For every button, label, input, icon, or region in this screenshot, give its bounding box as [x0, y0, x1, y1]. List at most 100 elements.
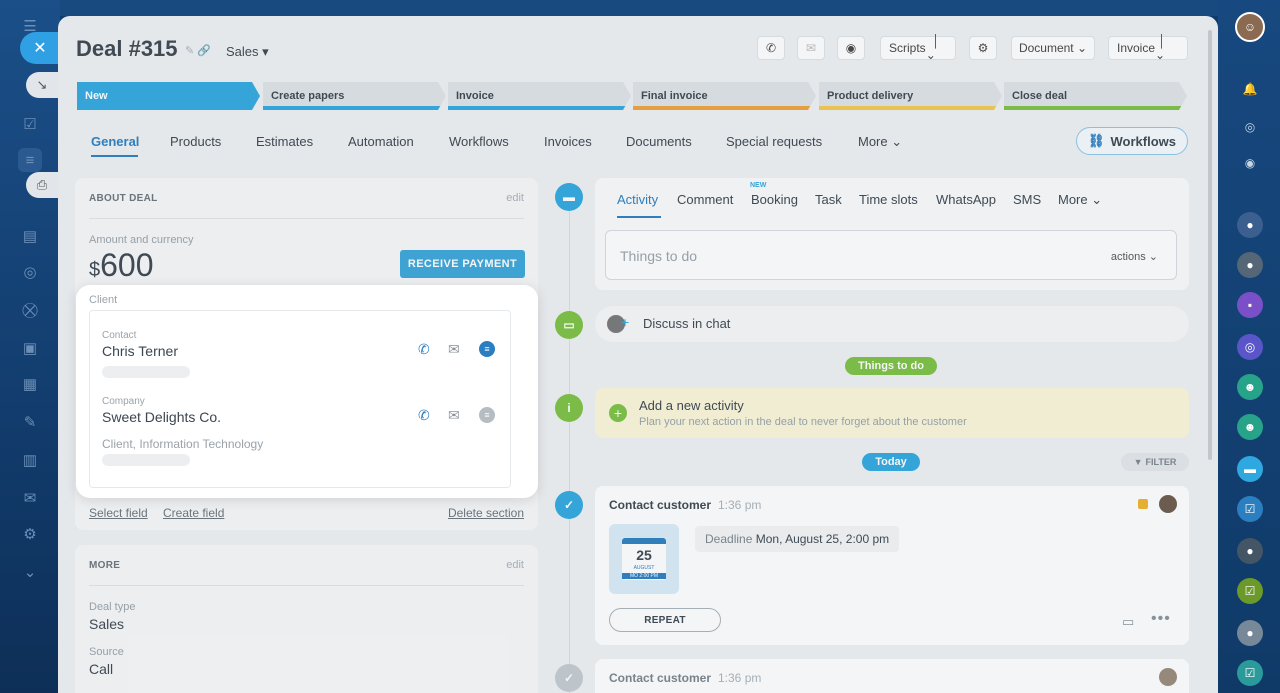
discuss-chat-row[interactable]: + Discuss in chat: [595, 306, 1189, 342]
act-tab-booking[interactable]: Booking: [751, 192, 798, 207]
mail-icon[interactable]: ✉: [18, 486, 42, 510]
mail-icon[interactable]: ✉: [448, 341, 460, 358]
print-icon[interactable]: ⎙: [26, 172, 58, 198]
crm-icon[interactable]: ≡: [18, 148, 42, 172]
close-slider-button[interactable]: ✕: [20, 32, 60, 64]
inventory-icon[interactable]: ▤: [18, 224, 42, 248]
task-chat-icon-3[interactable]: ☑: [1237, 660, 1263, 686]
task-chat-icon-2[interactable]: ☑: [1237, 578, 1263, 604]
act-tab-task[interactable]: Task: [815, 192, 842, 207]
chat-avatar-1[interactable]: ●: [1237, 212, 1263, 238]
company-name[interactable]: Sweet Delights Co.: [102, 409, 221, 425]
invoice-button[interactable]: Invoice │ ⌄: [1108, 34, 1188, 62]
tasks-icon[interactable]: ☑: [18, 112, 42, 136]
chat-avatar-5[interactable]: ●: [1237, 538, 1263, 564]
call-button[interactable]: ✆: [757, 36, 785, 60]
robot-icon[interactable]: ▣: [18, 336, 42, 360]
select-field-link[interactable]: Select field: [89, 506, 148, 520]
filter-button[interactable]: ▼ FILTER: [1121, 453, 1189, 471]
act-tab-more[interactable]: More ⌄: [1058, 192, 1102, 208]
tab-estimates[interactable]: Estimates: [256, 134, 313, 149]
scrollbar[interactable]: [1208, 30, 1212, 460]
edit-title-icon[interactable]: ✎ 🔗: [185, 44, 211, 57]
bell-icon[interactable]: 🔔: [1237, 76, 1263, 102]
tab-general[interactable]: General: [91, 134, 139, 149]
minimize-icon[interactable]: ↘: [26, 72, 58, 98]
tab-products[interactable]: Products: [170, 134, 221, 149]
email-button[interactable]: ✉: [797, 36, 825, 60]
tab-invoices[interactable]: Invoices: [544, 134, 592, 149]
chat-button[interactable]: ◉: [837, 36, 865, 60]
workflows-icon: ⛓: [1087, 133, 1105, 148]
live-feed-icon[interactable]: ◎: [1237, 114, 1263, 140]
phone-icon[interactable]: ✆: [418, 341, 430, 358]
tab-special-requests[interactable]: Special requests: [726, 134, 822, 149]
target-icon[interactable]: ◎: [18, 260, 42, 284]
category-selector[interactable]: Sales ▾: [226, 44, 269, 60]
source-value: Call: [89, 661, 114, 677]
act-tab-activity[interactable]: Activity: [617, 192, 658, 207]
chat-channel-icon[interactable]: ▬: [1237, 456, 1263, 482]
tab-automation[interactable]: Automation: [348, 134, 414, 149]
act-tab-sms[interactable]: SMS: [1013, 192, 1041, 207]
activity-title-2[interactable]: Contact customer: [609, 671, 711, 685]
chat-avatar-6[interactable]: ●: [1237, 620, 1263, 646]
actions-dropdown[interactable]: actions ⌄: [1111, 250, 1158, 263]
act-tab-comment[interactable]: Comment: [677, 192, 733, 207]
chat-icon[interactable]: ≡: [479, 407, 495, 423]
chat-icon[interactable]: ◉: [1237, 150, 1263, 176]
scripts-button[interactable]: Scripts │ ⌄: [880, 34, 956, 62]
check-circle-icon-done[interactable]: ✓: [555, 664, 583, 692]
chat-avatar-4[interactable]: ◎: [1237, 334, 1263, 360]
chat-icon[interactable]: ≡: [479, 341, 495, 357]
workflows-button[interactable]: ⛓ Workflows: [1076, 127, 1188, 155]
delete-section-link[interactable]: Delete section: [448, 506, 524, 520]
receive-payment-button[interactable]: RECEIVE PAYMENT: [400, 250, 525, 278]
invoice-label: Invoice: [1117, 41, 1156, 55]
deadline-box[interactable]: Deadline Mon, August 25, 2:00 pm: [695, 526, 900, 552]
document-icon[interactable]: ▦: [18, 372, 42, 396]
analytics-icon[interactable]: ▥: [18, 448, 42, 472]
chat-avatar-3[interactable]: ▪: [1237, 292, 1263, 318]
stage-new[interactable]: New: [77, 82, 260, 110]
todo-input[interactable]: Things to do actions ⌄: [605, 230, 1177, 280]
settings-button[interactable]: ⚙: [969, 36, 997, 60]
add-icon[interactable]: +: [609, 404, 627, 422]
mail-icon[interactable]: ✉: [448, 407, 460, 424]
mail-icon: ✉: [805, 41, 817, 55]
tab-workflows[interactable]: Workflows: [449, 134, 509, 149]
user-avatar[interactable]: ☺: [1235, 12, 1265, 42]
chat-group-2[interactable]: ☻: [1237, 414, 1263, 440]
chat-group-1[interactable]: ☻: [1237, 374, 1263, 400]
note-icon[interactable]: ▭: [1122, 614, 1134, 630]
repeat-button[interactable]: REPEAT: [609, 608, 721, 632]
pen-icon[interactable]: ✎: [18, 410, 42, 434]
responsible-avatar-2[interactable]: [1159, 668, 1177, 686]
stage-product-delivery[interactable]: Product delivery: [819, 82, 1002, 110]
add-activity-card[interactable]: + Add a new activity Plan your next acti…: [595, 388, 1189, 438]
activity-title[interactable]: Contact customer: [609, 498, 711, 512]
cart-icon[interactable]: ⛒: [18, 298, 42, 322]
tab-more[interactable]: More ⌄: [858, 134, 902, 150]
task-chat-icon-1[interactable]: ☑: [1237, 496, 1263, 522]
about-edit-link[interactable]: edit: [506, 192, 524, 204]
tab-documents[interactable]: Documents: [626, 134, 692, 149]
stage-invoice[interactable]: Invoice: [448, 82, 631, 110]
responsible-avatar[interactable]: [1159, 495, 1177, 513]
phone-icon[interactable]: ✆: [418, 407, 430, 424]
stage-close-deal[interactable]: Close deal: [1004, 82, 1187, 110]
add-user-icon[interactable]: +: [621, 314, 629, 330]
stage-create-papers[interactable]: Create papers: [263, 82, 446, 110]
contact-name[interactable]: Chris Terner: [102, 343, 178, 359]
stage-final-invoice[interactable]: Final invoice: [633, 82, 816, 110]
document-button[interactable]: Document ⌄: [1011, 36, 1095, 60]
check-circle-icon[interactable]: ✓: [555, 491, 583, 519]
act-tab-time-slots[interactable]: Time slots: [859, 192, 918, 207]
chat-avatar-2[interactable]: ●: [1237, 252, 1263, 278]
settings-icon[interactable]: ⚙: [18, 522, 42, 546]
more-edit-link[interactable]: edit: [506, 559, 524, 571]
create-field-link[interactable]: Create field: [163, 506, 224, 520]
more-options-icon[interactable]: •••: [1151, 610, 1171, 628]
chevron-down-icon[interactable]: ⌄: [18, 560, 42, 584]
act-tab-whatsapp[interactable]: WhatsApp: [936, 192, 996, 207]
